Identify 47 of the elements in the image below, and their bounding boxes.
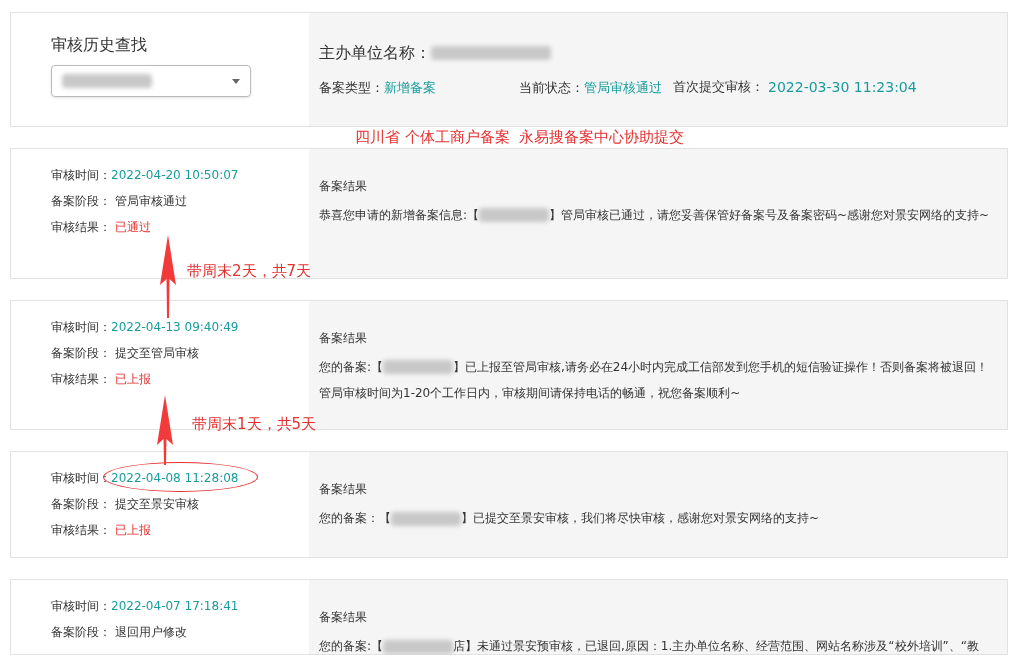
review-stage: 退回用户修改 — [115, 624, 187, 640]
review-time-label: 审核时间： — [51, 166, 111, 183]
redacted-block — [479, 208, 550, 223]
review-result: 已通过 — [115, 218, 151, 235]
caret-icon — [232, 78, 240, 84]
first-value: 2022-03-30 11:23:04 — [768, 78, 917, 97]
up-arrow — [157, 395, 173, 465]
type-label: 备案类型： — [319, 78, 384, 97]
review-result-label: 审核结果： — [51, 370, 111, 387]
first-label: 首次提交审核： — [673, 78, 764, 96]
annotation-text: 四川省 个体工商户备案 永易搜备案中心协助提交 — [354, 126, 686, 148]
annotation-text: 带周末1天，共5天 — [192, 414, 317, 435]
review-time: 2022-04-13 09:40:49 — [111, 318, 239, 335]
redacted-block — [391, 511, 461, 526]
review-time-label: 审核时间： — [51, 318, 111, 335]
result-heading: 备案结果 — [319, 481, 368, 499]
review-stage: 提交至景安审核 — [115, 496, 199, 513]
review-stage: 管局审核通过 — [115, 192, 187, 209]
review-stage-label: 备案阶段： — [51, 192, 111, 209]
result-heading: 备案结果 — [319, 609, 368, 626]
review-stage-label: 备案阶段： — [51, 344, 111, 361]
result-heading: 备案结果 — [319, 329, 368, 347]
type-value: 新增备案 — [384, 78, 436, 97]
result-heading: 备案结果 — [319, 177, 368, 195]
review-time-label: 审核时间： — [51, 470, 111, 487]
review-time-label: 审核时间： — [51, 598, 111, 614]
review-result: 已上报 — [115, 522, 151, 539]
redacted-block — [383, 639, 454, 654]
result-message: 您的备案:【 】已上报至管局审核,请务必在24小时内完成工信部发到您手机的短信验证操作！否则备案将被退回！管局审核时间为1-20个工作日内，审核期间请保持电话的畅通，祝您备案顺利~ — [319, 358, 990, 402]
review-stage: 提交至管局审核 — [115, 344, 199, 361]
redacted-block — [383, 360, 454, 374]
annotation-text: 带周末2天，共7天 — [187, 261, 312, 282]
search-title: 审核历史查找 — [51, 34, 148, 56]
org-label: 主办单位名称： — [319, 42, 431, 64]
state-value: 管局审核通过 — [584, 78, 662, 97]
state-label: 当前状态： — [519, 78, 584, 97]
result-message: 您的备案:【 店】未通过景安预审核，已退回,原因：1.主办单位名称、经营范围、网站名称涉及“校外培训”、“教 — [319, 638, 980, 655]
review-result-label: 审核结果： — [51, 522, 111, 539]
result-message: 恭喜您申请的新增备案信息:【 】管局审核已通过，请您妥善保管好备案号及备案密码~感谢您对景安网络的支持~ — [319, 206, 991, 225]
review-result: 已上报 — [115, 370, 151, 387]
review-time: 2022-04-20 10:50:07 — [111, 166, 239, 183]
result-message: 您的备案：【 】已提交至景安审核，我们将尽快审核，感谢您对景安网络的支持~ — [319, 510, 821, 528]
review-stage-label: 备案阶段： — [51, 496, 111, 513]
select-dropdown[interactable] — [51, 65, 251, 97]
review-stage-label: 备案阶段： — [51, 624, 111, 640]
review-time: 2022-04-07 17:18:41 — [111, 598, 239, 614]
review-result-label: 审核结果： — [51, 218, 111, 235]
